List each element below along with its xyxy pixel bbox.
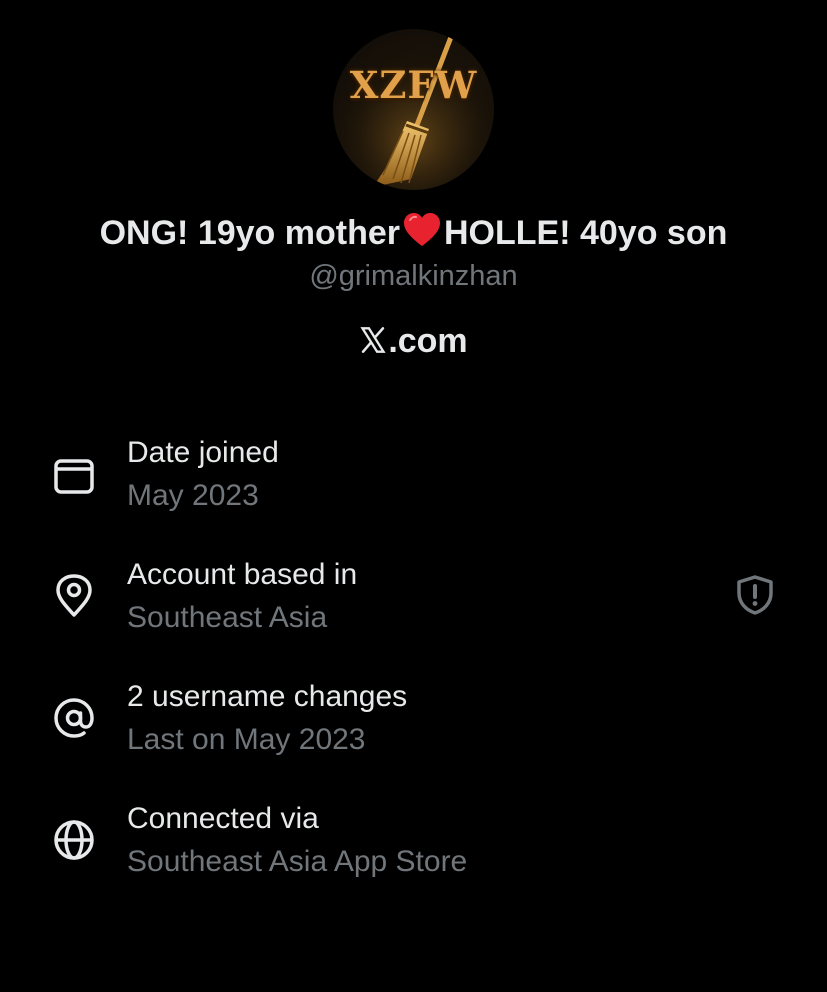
calendar-icon [52,452,96,496]
avatar-logo-text: XZFW [349,63,478,107]
about-row-connected-via: Connected via Southeast Asia App Store [0,802,827,902]
about-row-subtitle: Southeast Asia App Store [127,845,468,878]
at-sign-icon [52,696,96,740]
username-handle: @grimalkinzhan [309,260,518,292]
globe-icon [52,818,96,862]
red-heart-emoji-icon [402,212,442,248]
about-row-subtitle: May 2023 [127,479,259,512]
about-row-title: Account based in [127,558,358,591]
display-name-part2: HOLLE! 40yo son [444,214,728,252]
site-suffix: .com [388,322,468,360]
site-label: .com [0,322,827,361]
about-row-title: Connected via [127,802,319,835]
display-name-part1: ONG! 19yo mother [99,214,400,252]
shield-alert-icon[interactable] [734,574,776,616]
about-row-username-changes: 2 username changes Last on May 2023 [0,680,827,780]
broom-illustration [333,29,494,190]
about-row-title: 2 username changes [127,680,408,713]
display-name: ONG! 19yo mother HOLLE! 40yo son [0,212,827,253]
about-row-account-based-in: Account based in Southeast Asia [0,558,827,658]
about-row-title: Date joined [127,436,279,469]
about-row-subtitle: Southeast Asia [127,601,328,634]
x-logo-icon [359,324,387,353]
about-row-date-joined: Date joined May 2023 [0,436,827,536]
location-pin-icon [52,574,96,618]
profile-avatar[interactable]: XZFW [333,29,494,190]
about-row-subtitle: Last on May 2023 [127,723,366,756]
